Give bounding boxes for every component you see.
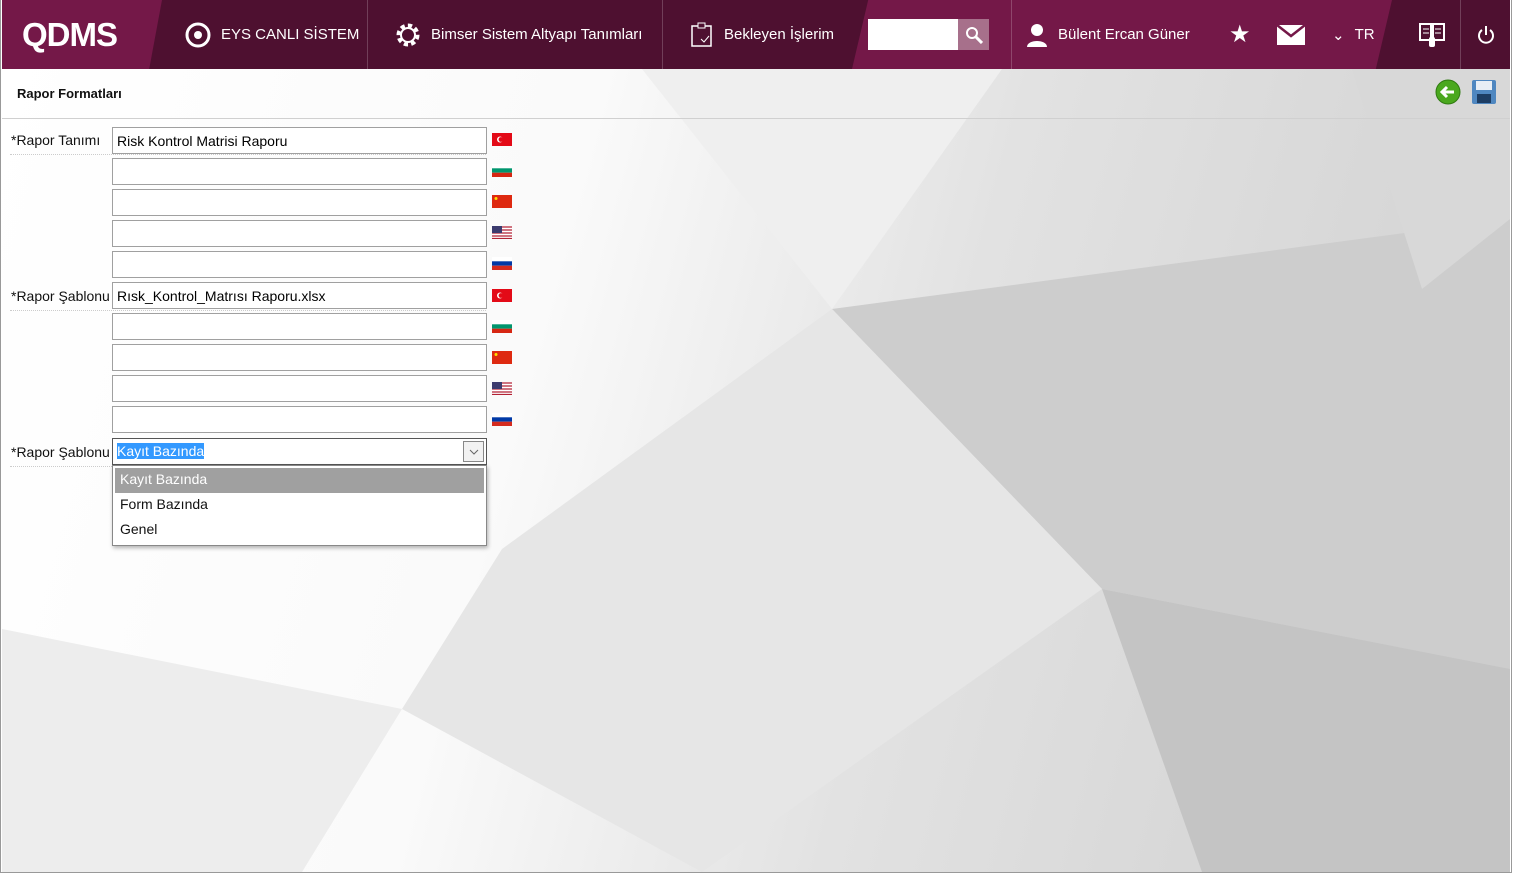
window-frame bbox=[0, 0, 1512, 873]
